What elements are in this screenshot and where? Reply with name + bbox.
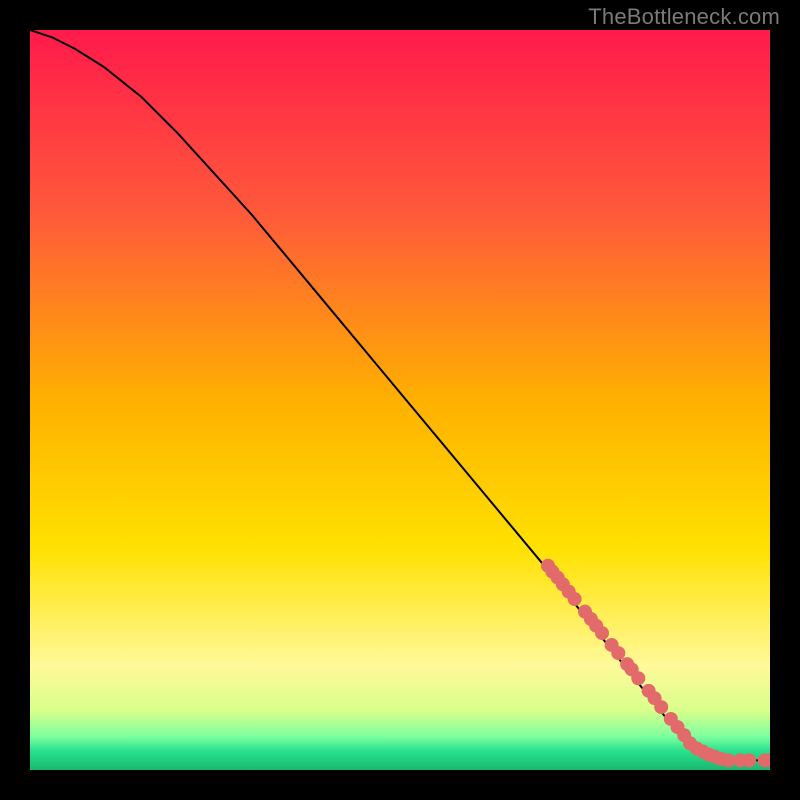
chart-svg	[30, 30, 770, 770]
chart-plot-area	[30, 30, 770, 770]
chart-background	[30, 30, 770, 770]
attribution-label: TheBottleneck.com	[588, 4, 780, 30]
chart-marker	[654, 700, 668, 714]
chart-stage: TheBottleneck.com	[0, 0, 800, 800]
chart-marker	[742, 753, 756, 767]
chart-marker	[631, 671, 645, 685]
chart-marker	[595, 626, 609, 640]
chart-marker	[611, 646, 625, 660]
chart-marker	[568, 592, 582, 606]
